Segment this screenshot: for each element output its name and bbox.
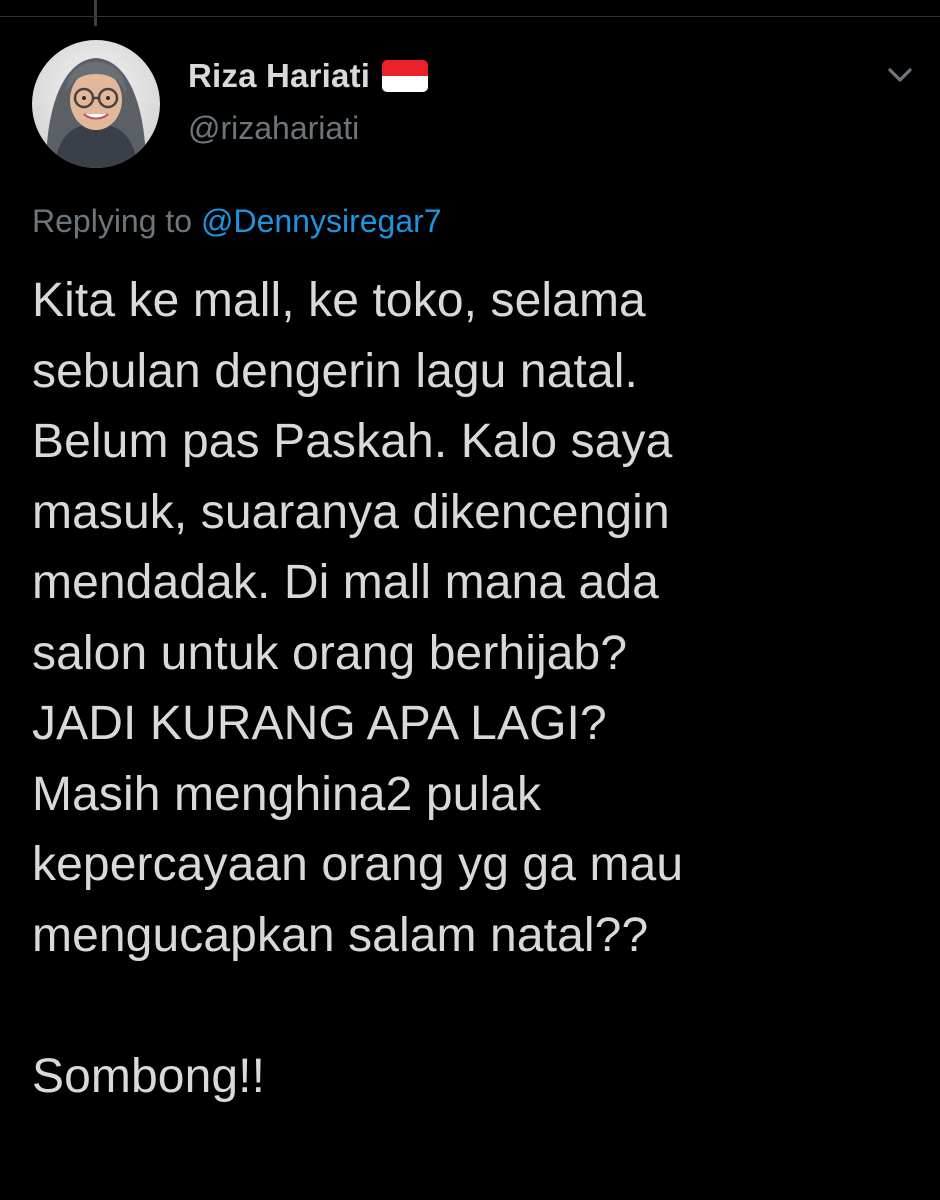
divider [0,16,940,17]
tweet-text: Kita ke mall, ke toko, selama sebulan de… [32,274,684,1103]
replying-to-label: Replying to [32,203,193,239]
replying-to-mention-link[interactable]: @Dennysiregar7 [201,203,442,239]
replying-to: Replying to @Dennysiregar7 [32,198,442,244]
user-handle[interactable]: @rizahariati [188,110,428,147]
thread-connector-line [94,0,97,26]
profile-photo-icon [32,40,160,168]
chevron-down-icon[interactable] [880,60,920,92]
avatar[interactable] [32,40,160,168]
display-name[interactable]: Riza Hariati [188,57,370,95]
indonesia-flag-icon [382,60,429,92]
tweet-header: Riza Hariati @rizahariati [188,54,429,147]
display-name-row: Riza Hariati [188,54,429,98]
